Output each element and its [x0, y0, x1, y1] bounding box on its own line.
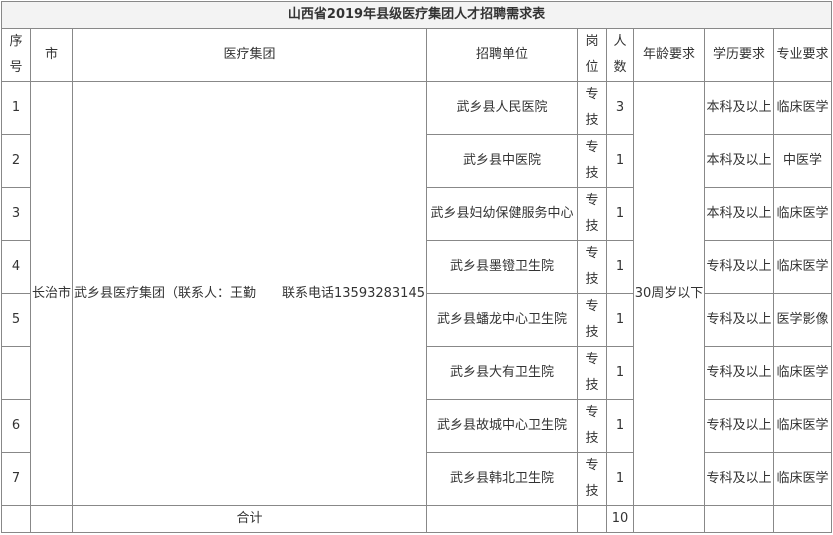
cell-seq: 4 — [1, 240, 31, 294]
cell-edu: 专科及以上 — [704, 346, 774, 400]
cell-edu: 专科及以上 — [704, 399, 774, 453]
cell-count: 1 — [606, 134, 634, 188]
cell-edu: 专科及以上 — [704, 293, 774, 347]
header-unit: 招聘单位 — [426, 28, 578, 82]
cell-unit: 武乡县故城中心卫生院 — [426, 399, 578, 453]
cell-seq — [1, 346, 31, 400]
total-unit — [426, 505, 578, 533]
cell-major: 临床医学 — [773, 346, 832, 400]
cell-major: 临床医学 — [773, 81, 832, 135]
cell-seq: 2 — [1, 134, 31, 188]
total-seq — [1, 505, 31, 533]
cell-count: 1 — [606, 452, 634, 506]
cell-unit: 武乡县妇幼保健服务中心 — [426, 187, 578, 241]
total-label: 合计 — [72, 505, 427, 533]
header-city: 市 — [30, 28, 73, 82]
cell-unit: 武乡县中医院 — [426, 134, 578, 188]
cell-count: 1 — [606, 187, 634, 241]
cell-edu: 本科及以上 — [704, 134, 774, 188]
cell-post: 专技 — [577, 134, 607, 188]
header-edu: 学历要求 — [704, 28, 774, 82]
header-age: 年龄要求 — [633, 28, 705, 82]
cell-count: 3 — [606, 81, 634, 135]
total-post — [577, 505, 607, 533]
cell-major: 临床医学 — [773, 187, 832, 241]
cell-major: 中医学 — [773, 134, 832, 188]
cell-major: 医学影像 — [773, 293, 832, 347]
cell-unit: 武乡县大有卫生院 — [426, 346, 578, 400]
cell-post: 专技 — [577, 240, 607, 294]
cell-post: 专技 — [577, 399, 607, 453]
header-post: 岗位 — [577, 28, 607, 82]
cell-age: 30周岁以下 — [633, 81, 705, 506]
cell-edu: 专科及以上 — [704, 452, 774, 506]
total-age — [633, 505, 705, 533]
cell-seq: 5 — [1, 293, 31, 347]
cell-unit: 武乡县人民医院 — [426, 81, 578, 135]
cell-count: 1 — [606, 399, 634, 453]
header-major: 专业要求 — [773, 28, 832, 82]
cell-post: 专技 — [577, 187, 607, 241]
cell-edu: 本科及以上 — [704, 81, 774, 135]
header-count: 人数 — [606, 28, 634, 82]
cell-seq: 7 — [1, 452, 31, 506]
cell-unit: 武乡县蟠龙中心卫生院 — [426, 293, 578, 347]
cell-post: 专技 — [577, 293, 607, 347]
cell-seq: 6 — [1, 399, 31, 453]
cell-city: 长治市 — [30, 81, 73, 506]
header-seq: 序号 — [1, 28, 31, 82]
cell-post: 专技 — [577, 452, 607, 506]
total-row: 合计 10 — [1, 505, 832, 533]
table-row: 1 长治市 武乡县医疗集团（联系人：王勤 联系电话13593283145 武乡县人民医… — [1, 81, 832, 506]
cell-major: 临床医学 — [773, 399, 832, 453]
cell-unit: 武乡县韩北卫生院 — [426, 452, 578, 506]
cell-group: 武乡县医疗集团（联系人：王勤 联系电话13593283145 — [72, 81, 427, 506]
cell-count: 1 — [606, 293, 634, 347]
total-major — [773, 505, 832, 533]
cell-major: 临床医学 — [773, 240, 832, 294]
cell-post: 专技 — [577, 81, 607, 135]
cell-seq: 3 — [1, 187, 31, 241]
total-count: 10 — [606, 505, 634, 533]
table-title: 山西省2019年县级医疗集团人才招聘需求表 — [1, 1, 832, 29]
cell-post: 专技 — [577, 346, 607, 400]
total-edu — [704, 505, 774, 533]
recruitment-table: 山西省2019年县级医疗集团人才招聘需求表 序号 市 医疗集团 招聘单位 岗位 … — [1, 1, 832, 533]
total-city — [30, 505, 73, 533]
cell-count: 1 — [606, 346, 634, 400]
cell-major: 临床医学 — [773, 452, 832, 506]
cell-count: 1 — [606, 240, 634, 294]
header-group: 医疗集团 — [72, 28, 427, 82]
cell-edu: 专科及以上 — [704, 240, 774, 294]
cell-edu: 本科及以上 — [704, 187, 774, 241]
cell-seq: 1 — [1, 81, 31, 135]
cell-unit: 武乡县墨镫卫生院 — [426, 240, 578, 294]
